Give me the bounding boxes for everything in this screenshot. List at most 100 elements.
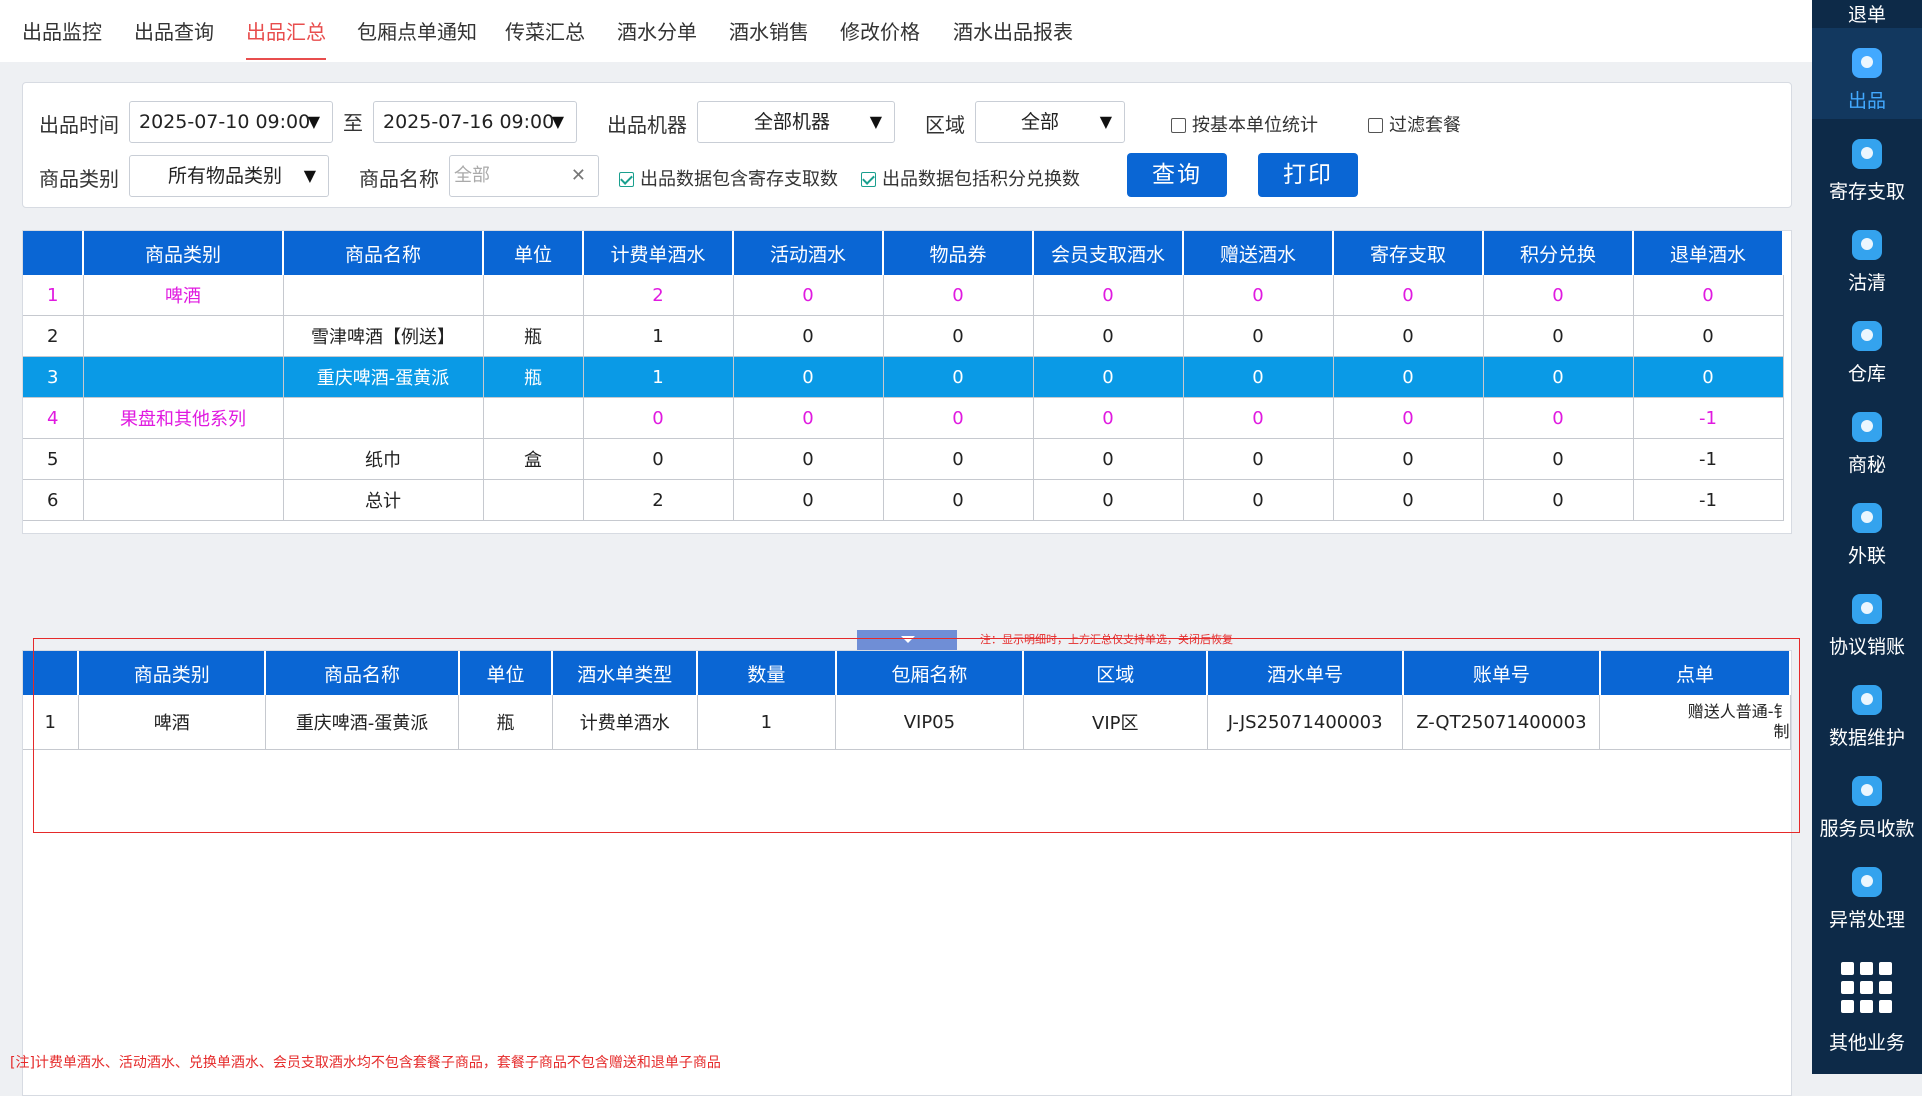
sidebar-item-output[interactable]: 出品 <box>1812 28 1922 119</box>
category-select[interactable]: 所有物品类别 ▼ <box>129 155 329 197</box>
cell-value: 0 <box>1183 397 1334 439</box>
sidebar-item-other-business[interactable]: 其他业务 <box>1812 962 1922 1074</box>
tab-room-order-notice[interactable]: 包厢点单通知 <box>357 0 477 62</box>
cell-value: 0 <box>883 315 1034 357</box>
cell-value: 0 <box>883 275 1034 316</box>
cell-qty: 1 <box>697 695 837 750</box>
chevron-down-icon: ▼ <box>551 112 564 131</box>
sidebar-item-label: 外联 <box>1847 545 1886 567</box>
sidebar-item-label: 异常处理 <box>1828 909 1905 931</box>
sidebar-item-exception[interactable]: 异常处理 <box>1812 847 1922 938</box>
sidebar-item-sold-out[interactable]: 沽清 <box>1812 210 1922 301</box>
agreement-icon <box>1852 594 1882 624</box>
sidebar-item-data-maintain[interactable]: 数据维护 <box>1812 665 1922 756</box>
sidebar-item-secretary[interactable]: 商秘 <box>1812 392 1922 483</box>
filter-combo-label: 过滤套餐 <box>1389 115 1461 136</box>
table-row[interactable]: 2 雪津啤酒【例送】瓶 1 0 0 0 0 0 0 0 <box>23 315 1784 357</box>
area-select[interactable]: 全部 ▼ <box>975 101 1125 143</box>
machine-value: 全部机器 <box>754 111 831 133</box>
chevron-down-icon: ▼ <box>1099 112 1112 131</box>
cell-value: 0 <box>1333 438 1484 480</box>
sidebar-item-external[interactable]: 外联 <box>1812 483 1922 574</box>
table-row[interactable]: 1 啤酒 重庆啤酒-蛋黄派瓶计费单酒水 1 VIP05 VIP区 J-JS250714000… <box>23 695 1791 750</box>
end-time-select[interactable]: 2025-07-16 09:00 ▼ <box>373 101 577 143</box>
table-row[interactable]: 3 重庆啤酒-蛋黄派瓶 1 0 0 0 0 0 0 0 <box>23 356 1784 398</box>
column-header: 单位 <box>483 231 584 275</box>
sidebar-item-label: 仓库 <box>1847 363 1886 385</box>
cell-value: 0 <box>1183 315 1334 357</box>
sidebar-item-storage-withdraw[interactable]: 寄存支取 <box>1812 119 1922 210</box>
machine-select[interactable]: 全部机器 ▼ <box>697 101 895 143</box>
table-row[interactable]: 1 啤酒 2 0 0 0 0 0 0 0 <box>23 275 1784 316</box>
tab-drink-sales[interactable]: 酒水销售 <box>729 0 809 62</box>
cell-value: 0 <box>1033 479 1184 521</box>
column-header: 酒水单号 <box>1207 651 1404 695</box>
base-unit-checkbox[interactable]: 按基本单位统计 <box>1171 111 1318 137</box>
column-header: 账单号 <box>1402 651 1601 695</box>
column-header: 区域 <box>1023 651 1209 695</box>
apps-grid-icon <box>1841 962 1893 1014</box>
cell-drink-no: J-JS25071400003 <box>1207 695 1404 750</box>
top-nav: 出品监控 出品查询 出品汇总 包厢点单通知 传菜汇总 酒水分单 酒水销售 修改价… <box>0 0 1812 63</box>
checkbox-icon <box>1368 118 1383 133</box>
cell-idx: 1 <box>23 695 79 750</box>
cell-value: 0 <box>733 438 884 480</box>
column-header: 商品类别 <box>78 651 267 695</box>
summary-table: 商品类别 商品名称 单位 计费单酒水 活动酒水 物品券 会员支取酒水 赠送酒水 寄存支取 积分兑换… <box>23 231 1784 521</box>
sidebar-item-waiter-payment[interactable]: 服务员收款 <box>1812 756 1922 847</box>
cell-value: -1 <box>1633 479 1784 521</box>
include-storage-label: 出品数据包含寄存支取数 <box>640 169 838 190</box>
query-button[interactable]: 查询 <box>1127 153 1227 197</box>
name-label: 商品名称 <box>359 167 439 191</box>
collapse-detail-toggle[interactable] <box>857 630 957 650</box>
detail-table-panel: 商品类别 商品名称 单位 酒水单类型 数量 包厢名称 区域 酒水单号 账单号 点单 1 啤酒 重庆啤酒… <box>22 650 1792 1096</box>
clear-icon[interactable]: ✕ <box>571 156 586 196</box>
tab-serving-summary[interactable]: 传菜汇总 <box>505 0 585 62</box>
table-row[interactable]: 4 果盘和其他系列 0 0 0 0 0 0 0 -1 <box>23 397 1784 439</box>
tab-output-monitor[interactable]: 出品监控 <box>22 0 102 62</box>
cell-category <box>83 315 284 357</box>
sidebar-item-warehouse[interactable]: 仓库 <box>1812 301 1922 392</box>
table-row[interactable]: 5 纸巾盒 0 0 0 0 0 0 0 -1 <box>23 438 1784 480</box>
cell-name: 雪津啤酒【例送】 <box>283 315 484 357</box>
filter-combo-checkbox[interactable]: 过滤套餐 <box>1368 111 1461 137</box>
tab-output-summary[interactable]: 出品汇总 <box>246 0 326 62</box>
sidebar-item-agreement[interactable]: 协议销账 <box>1812 574 1922 665</box>
area-value: 全部 <box>1021 111 1060 133</box>
area-label: 区域 <box>925 113 965 137</box>
print-button[interactable]: 打印 <box>1258 153 1358 197</box>
cell-area: VIP区 <box>1023 695 1208 750</box>
cell-orderer: 赠送人普通-钅制 <box>1599 695 1791 750</box>
checkbox-icon <box>1171 118 1186 133</box>
column-header: 包厢名称 <box>835 651 1025 695</box>
start-time-select[interactable]: 2025-07-10 09:00 ▼ <box>129 101 333 143</box>
cell-value: 0 <box>1183 275 1334 316</box>
tab-modify-price[interactable]: 修改价格 <box>840 0 920 62</box>
orderer-line: 制 <box>1773 722 1790 741</box>
cell-idx: 3 <box>23 356 84 398</box>
column-header: 商品名称 <box>265 651 460 695</box>
summary-table-panel: 商品类别 商品名称 单位 计费单酒水 活动酒水 物品券 会员支取酒水 赠送酒水 寄存支取 积分兑换… <box>22 230 1792 534</box>
cell-value: 0 <box>1033 438 1184 480</box>
tab-drink-split[interactable]: 酒水分单 <box>617 0 697 62</box>
cell-unit <box>483 397 584 439</box>
cell-value: 0 <box>1033 356 1184 398</box>
include-storage-checkbox[interactable]: 出品数据包含寄存支取数 <box>619 165 838 191</box>
tab-output-query[interactable]: 出品查询 <box>134 0 214 62</box>
sidebar-item-refund[interactable]: 退单 <box>1812 0 1922 26</box>
include-points-checkbox[interactable]: 出品数据包括积分兑换数 <box>861 165 1080 191</box>
tab-drink-output-report[interactable]: 酒水出品报表 <box>953 0 1073 62</box>
cell-value: 0 <box>883 397 1034 439</box>
cell-unit <box>483 275 584 316</box>
cell-value: 0 <box>1183 438 1334 480</box>
cell-value: 2 <box>583 275 734 316</box>
column-header: 赠送酒水 <box>1183 231 1334 275</box>
category-value: 所有物品类别 <box>168 165 283 187</box>
sidebar-item-label: 其他业务 <box>1828 1032 1905 1054</box>
table-row[interactable]: 6 总计 2 0 0 0 0 0 0 -1 <box>23 479 1784 521</box>
cell-value: 0 <box>1033 315 1184 357</box>
cell-value: 0 <box>883 479 1034 521</box>
name-input[interactable]: 全部 ✕ <box>449 155 599 197</box>
column-header: 计费单酒水 <box>583 231 734 275</box>
cell-room: VIP05 <box>835 695 1024 750</box>
